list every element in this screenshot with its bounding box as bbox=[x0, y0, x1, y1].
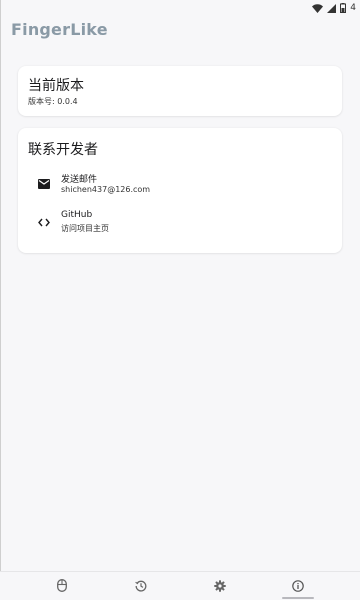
github-title: GitHub bbox=[61, 210, 93, 220]
version-card-title: 当前版本 bbox=[28, 78, 84, 94]
email-address: shichen437@126.com bbox=[61, 185, 151, 194]
signal-icon bbox=[327, 3, 337, 13]
contact-card: 联系开发者 发送邮件 shichen437@126.com GitHub 访问项… bbox=[18, 128, 342, 253]
code-icon bbox=[37, 215, 51, 229]
mail-icon bbox=[37, 177, 51, 191]
nav-selected-indicator bbox=[282, 597, 314, 599]
window-edge bbox=[0, 0, 1, 600]
send-email-item[interactable]: 发送邮件 shichen437@126.com bbox=[18, 170, 342, 204]
battery-text: 4 bbox=[350, 3, 356, 13]
settings-icon bbox=[214, 577, 226, 596]
github-item[interactable]: GitHub 访问项目主页 bbox=[18, 208, 342, 242]
nav-tab-mouse[interactable] bbox=[42, 572, 82, 600]
mouse-icon bbox=[57, 577, 67, 596]
contact-card-title: 联系开发者 bbox=[28, 142, 98, 158]
github-subtitle: 访问项目主页 bbox=[61, 224, 109, 233]
nav-tab-settings[interactable] bbox=[200, 572, 240, 600]
info-icon bbox=[292, 577, 304, 596]
status-bar: 4 bbox=[0, 0, 360, 16]
version-number: 版本号: 0.0.4 bbox=[28, 97, 78, 106]
history-icon bbox=[135, 577, 147, 596]
nav-tab-history[interactable] bbox=[121, 572, 161, 600]
bottom-navigation bbox=[0, 571, 360, 600]
nav-tab-about[interactable] bbox=[278, 572, 318, 600]
wifi-icon bbox=[312, 3, 324, 13]
app-title: FingerLike bbox=[11, 20, 108, 39]
battery-icon bbox=[340, 3, 347, 13]
version-card: 当前版本 版本号: 0.0.4 bbox=[18, 66, 342, 116]
send-email-title: 发送邮件 bbox=[61, 175, 98, 185]
